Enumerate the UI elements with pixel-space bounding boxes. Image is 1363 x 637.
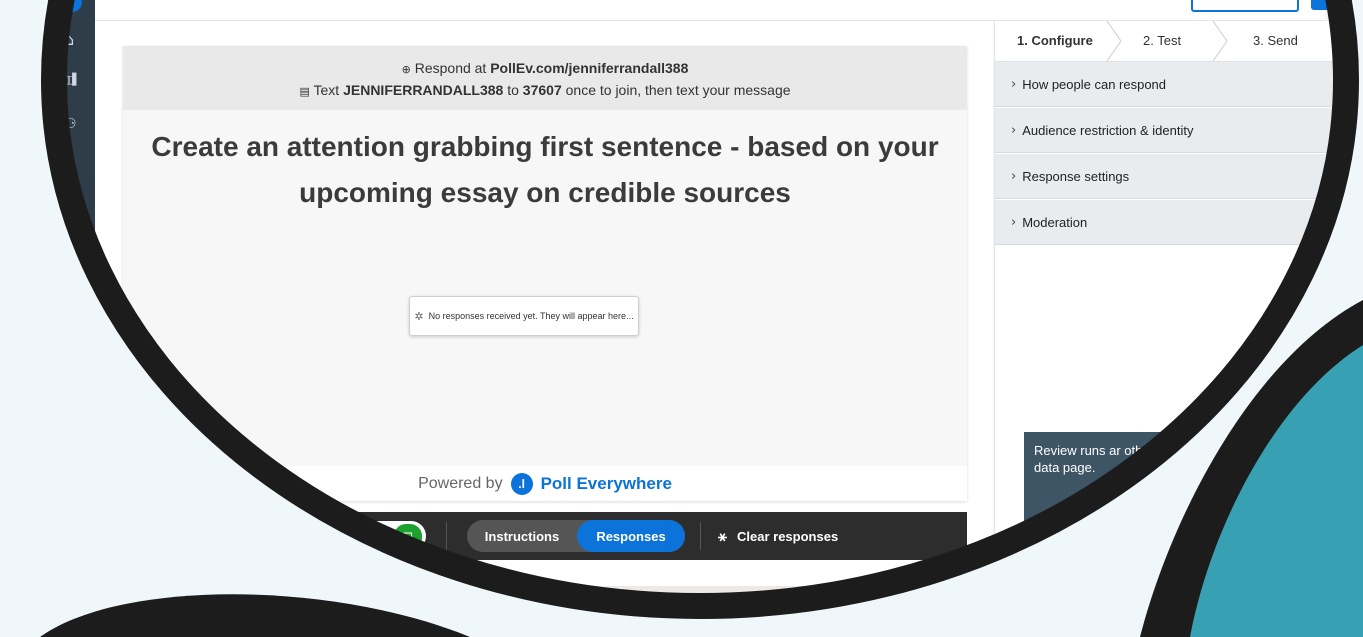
word-icon[interactable] [622, 594, 644, 616]
chevron-right-icon: › [1011, 214, 1017, 230]
section-moderation[interactable]: › Moderation [995, 200, 1335, 245]
view-segment: Instructions Responses [467, 520, 685, 552]
empty-responses-text: No responses received yet. They will app… [428, 311, 634, 321]
section-label: Audience restriction & identity [1022, 122, 1194, 138]
poll-title: Create an attention grabbing first sente… [151, 131, 939, 208]
divider [700, 522, 701, 550]
presentation-toolbar: ⊖ ⊡ Instructions Responses ⚹ Clear respo… [330, 512, 967, 560]
empty-responses-box: ✲ No responses received yet. They will a… [409, 296, 639, 336]
active-app-indicator [665, 622, 689, 625]
taskbar [490, 586, 890, 626]
text-prefix: Text [313, 82, 344, 98]
step-chevron-icon [1212, 21, 1228, 61]
section-label: Response settings [1022, 168, 1130, 184]
creative-cloud-icon[interactable] [754, 594, 776, 616]
review-tooltip: Review runs ar other data page. [1024, 432, 1184, 527]
section-audience-restriction[interactable]: › Audience restriction & identity [995, 108, 1335, 153]
sidebar: ⌂ ▯▯▌ ⚇ [0, 0, 95, 260]
section-label: How people can respond [1022, 76, 1167, 92]
spinner-icon: ✲ [414, 310, 424, 323]
step-chevron-icon [1106, 21, 1122, 61]
respond-instruction: ⊕ Respond at PollEv.com/jenniferrandall3… [123, 60, 967, 76]
section-response-settings[interactable]: › Response settings [995, 154, 1335, 199]
chevron-right-icon: › [1011, 122, 1017, 138]
itunes-icon[interactable] [534, 594, 556, 616]
top-primary-button[interactable] [1311, 0, 1363, 10]
divider [446, 522, 447, 550]
section-how-people-respond[interactable]: › How people can respond [995, 62, 1335, 107]
powered-by-footer: Powered by .l Poll Everywhere [123, 466, 967, 501]
respond-prefix: Respond at [414, 60, 491, 76]
activities-icon[interactable]: ▯▯▌ [64, 73, 81, 86]
bar-chart-icon[interactable] [62, 0, 82, 12]
lock-icon[interactable]: ⊡ [393, 523, 423, 551]
poll-slide: ⊕ Respond at PollEv.com/jenniferrandall3… [123, 46, 967, 501]
top-bar [95, 0, 1363, 21]
step-configure[interactable]: 1. Configure [1017, 33, 1093, 48]
globe-icon: ⊕ [401, 63, 411, 76]
lock-toggle[interactable]: ⊖ ⊡ [360, 521, 426, 551]
screen-content: ⌂ ▯▯▌ ⚇ ⊕ Respond at PollEv.com/jennifer… [0, 0, 1363, 637]
teams-icon[interactable] [710, 594, 732, 616]
chrome-icon[interactable] [666, 594, 688, 616]
step-tabs: 1. Configure 2. Test 3. Send [995, 21, 1335, 62]
text-mid: to [503, 82, 523, 98]
sms-icon: ▤ [299, 85, 310, 98]
brand-name: Poll Everywhere [540, 473, 672, 493]
clear-responses-label: Clear responses [737, 528, 839, 544]
top-outline-button[interactable] [1191, 0, 1299, 12]
unlock-icon: ⊖ [366, 527, 377, 542]
poll-everywhere-logo-icon: .l [510, 472, 533, 495]
chevron-right-icon: › [1011, 168, 1017, 184]
text-code: JENNIFERRANDALL388 [343, 82, 504, 98]
mail-icon[interactable] [578, 594, 600, 616]
section-label: Moderation [1022, 214, 1088, 230]
responses-tab[interactable]: Responses [577, 520, 685, 552]
terminal-icon[interactable] [840, 594, 862, 616]
step-test[interactable]: 2. Test [1143, 33, 1181, 48]
text-number: 37607 [522, 82, 562, 98]
participants-icon[interactable]: ⚇ [64, 116, 77, 132]
instructions-tab[interactable]: Instructions [467, 520, 577, 552]
powered-by-text: Powered by [418, 474, 503, 492]
chevron-right-icon: › [1011, 76, 1017, 92]
file-explorer-icon[interactable] [490, 594, 512, 616]
clear-responses-button[interactable]: ⚹ Clear responses [718, 520, 838, 552]
configure-panel: 1. Configure 2. Test 3. Send › How people… [994, 21, 1335, 621]
slide-header: ⊕ Respond at PollEv.com/jenniferrandall3… [123, 46, 967, 110]
step-send[interactable]: 3. Send [1253, 33, 1298, 48]
respond-url: PollEv.com/jenniferrandall388 [490, 60, 689, 76]
home-icon[interactable]: ⌂ [64, 30, 74, 49]
broom-icon: ⚹ [718, 527, 728, 545]
netflix-icon[interactable] [798, 594, 820, 616]
text-suffix: once to join, then text your message [561, 82, 791, 98]
text-instruction: ▤ Text JENNIFERRANDALL388 to 37607 once … [123, 82, 967, 98]
